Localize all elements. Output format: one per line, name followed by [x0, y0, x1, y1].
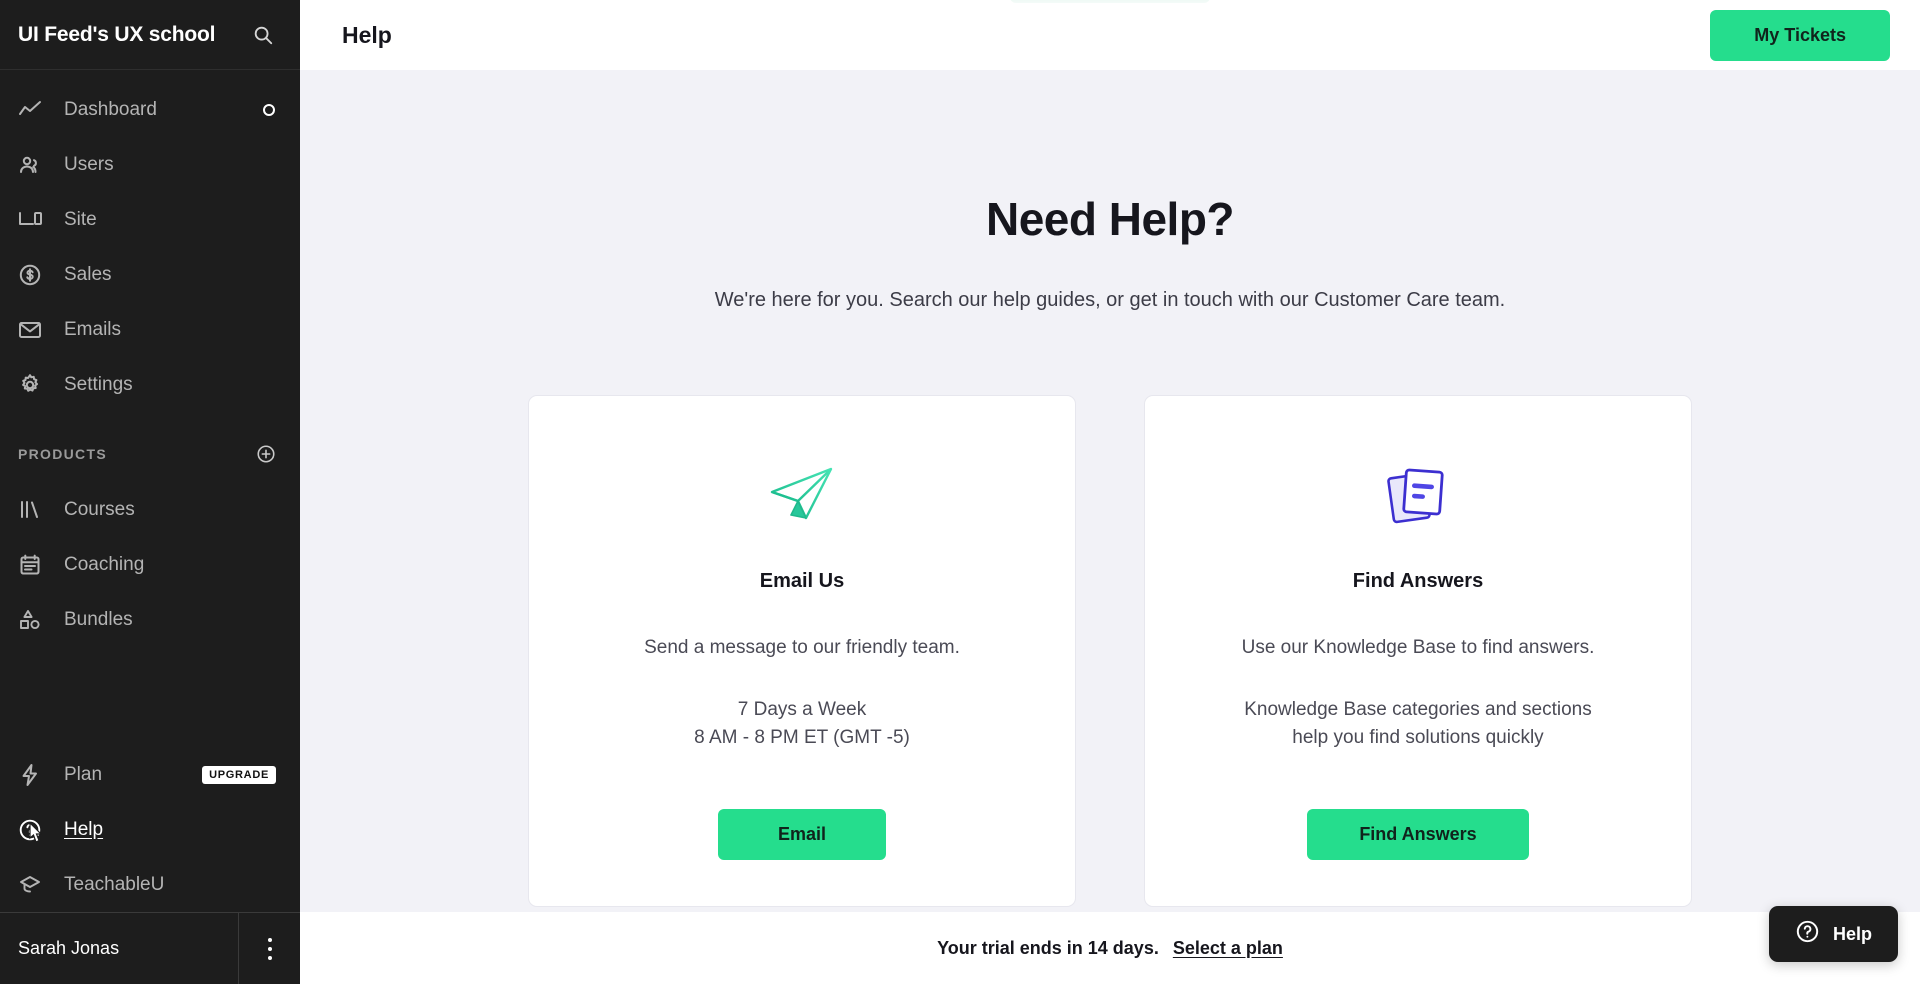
envelope-icon: [18, 318, 48, 342]
user-name: Sarah Jonas: [18, 938, 120, 958]
card-hours-line1: Knowledge Base categories and sections: [1244, 698, 1592, 720]
shapes-icon: [18, 608, 48, 632]
products-section-header: PRODUCTS: [0, 426, 300, 482]
help-widget-label: Help: [1832, 923, 1872, 944]
email-us-card: Email Us Send a message to our friendly …: [528, 395, 1076, 907]
paper-plane-icon: [765, 456, 839, 538]
find-answers-card: Find Answers Use our Knowledge Base to f…: [1144, 395, 1692, 907]
trial-message: Your trial ends in 14 days.: [937, 937, 1159, 958]
kebab-menu-icon[interactable]: [238, 913, 300, 984]
app-root: UI Feed's UX school Dashboard Users Site…: [0, 0, 1920, 984]
card-hours-line2: 8 AM - 8 PM ET (GMT -5): [694, 726, 910, 748]
gear-icon: [18, 373, 48, 397]
sidebar-item-sales[interactable]: Sales: [0, 247, 300, 302]
books-icon: [18, 498, 48, 522]
sidebar-item-users[interactable]: Users: [0, 137, 300, 192]
clipboard-icon: [18, 553, 48, 577]
sidebar-item-label: Courses: [64, 498, 135, 520]
card-title: Email Us: [759, 570, 845, 592]
card-hours-line1: 7 Days a Week: [737, 698, 867, 720]
sidebar-item-help[interactable]: Help: [0, 802, 300, 857]
sidebar-item-label: Emails: [64, 318, 122, 340]
sidebar: UI Feed's UX school Dashboard Users Site…: [0, 0, 300, 984]
my-tickets-button[interactable]: My Tickets: [1710, 9, 1890, 61]
help-cards: Email Us Send a message to our friendly …: [528, 395, 1692, 907]
question-circle-icon: [18, 818, 48, 842]
help-content: Need Help? We're here for you. Search ou…: [300, 70, 1920, 984]
find-answers-button[interactable]: Find Answers: [1307, 808, 1529, 860]
sidebar-item-teachableu[interactable]: TeachableU: [0, 857, 300, 912]
activity-chart-icon: [18, 98, 48, 122]
sidebar-item-label: Site: [64, 208, 97, 230]
sidebar-item-bundles[interactable]: Bundles: [0, 592, 300, 647]
sidebar-item-label: Help: [64, 818, 104, 840]
trial-bar: Your trial ends in 14 days. Select a pla…: [300, 912, 1920, 984]
graduation-cap-icon: [18, 873, 48, 897]
sidebar-item-site[interactable]: Site: [0, 192, 300, 247]
card-title: Find Answers: [1352, 570, 1484, 592]
users-icon: [18, 153, 48, 177]
toast-sliver: [1010, 0, 1210, 3]
sidebar-item-settings[interactable]: Settings: [0, 357, 300, 412]
hero-subtitle: We're here for you. Search our help guid…: [714, 289, 1506, 311]
sidebar-item-label: Coaching: [64, 553, 145, 575]
card-hours: Knowledge Base categories and sections h…: [1244, 696, 1592, 752]
devices-icon: [18, 208, 48, 232]
select-a-plan-link[interactable]: Select a plan: [1173, 938, 1283, 959]
card-hours-line2: help you find solutions quickly: [1292, 726, 1544, 748]
sidebar-item-plan[interactable]: Plan UPGRADE: [0, 747, 300, 802]
circle-indicator-icon: [262, 103, 276, 117]
dollar-circle-icon: [18, 263, 48, 287]
page-title: Help: [342, 21, 392, 48]
sidebar-item-label: Dashboard: [64, 98, 157, 120]
products-section-label: PRODUCTS: [18, 446, 107, 462]
sidebar-item-label: Sales: [64, 263, 112, 285]
help-widget-button[interactable]: Help: [1768, 906, 1898, 962]
card-description: Send a message to our friendly team.: [644, 637, 960, 658]
sidebar-item-emails[interactable]: Emails: [0, 302, 300, 357]
sidebar-footer: Sarah Jonas: [0, 912, 300, 984]
sidebar-item-label: Settings: [64, 373, 133, 395]
search-icon[interactable]: [250, 22, 276, 48]
sidebar-item-label: Users: [64, 153, 114, 175]
question-circle-icon: [1795, 919, 1820, 949]
sidebar-item-courses[interactable]: Courses: [0, 482, 300, 537]
card-hours: 7 Days a Week 8 AM - 8 PM ET (GMT -5): [694, 696, 910, 752]
bolt-icon: [18, 763, 48, 787]
sidebar-item-label: Plan: [64, 763, 103, 785]
plus-circle-icon[interactable]: [256, 444, 276, 464]
upgrade-badge[interactable]: UPGRADE: [202, 765, 276, 784]
sidebar-item-label: Bundles: [64, 608, 133, 630]
main-area: Help My Tickets Need Help? We're here fo…: [300, 0, 1920, 984]
sidebar-nav: Dashboard Users Site Sales Emails Settin…: [0, 70, 300, 912]
sidebar-header: UI Feed's UX school: [0, 0, 300, 70]
hero-title: Need Help?: [985, 193, 1235, 245]
sidebar-item-label: TeachableU: [64, 873, 165, 895]
topbar: Help My Tickets: [300, 0, 1920, 70]
documents-icon: [1381, 456, 1455, 538]
brand-title: UI Feed's UX school: [18, 22, 216, 46]
sidebar-item-coaching[interactable]: Coaching: [0, 537, 300, 592]
sidebar-item-dashboard[interactable]: Dashboard: [0, 82, 300, 137]
card-description: Use our Knowledge Base to find answers.: [1241, 637, 1595, 658]
email-button[interactable]: Email: [718, 808, 886, 860]
